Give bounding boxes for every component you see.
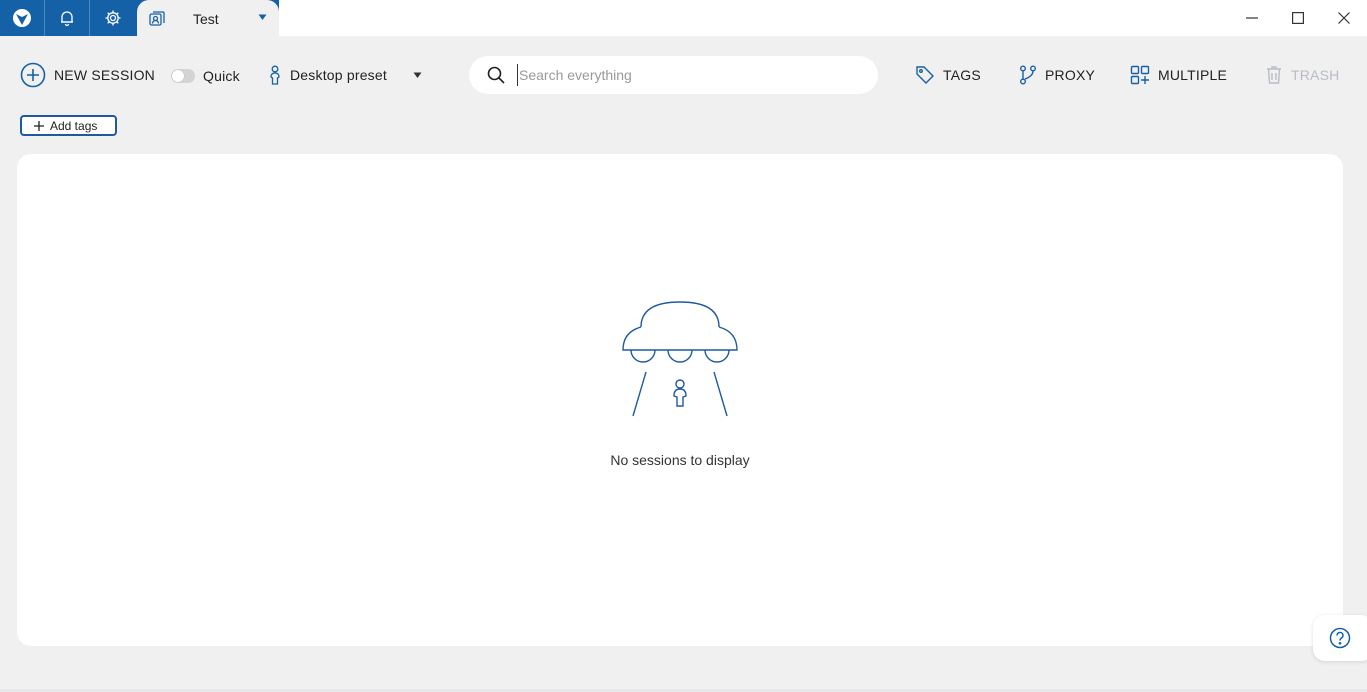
trash-button[interactable]: TRASH: [1265, 65, 1339, 85]
add-tags-button[interactable]: Add tags: [20, 115, 117, 136]
minimize-button[interactable]: [1229, 0, 1275, 36]
preset-selector[interactable]: Desktop preset: [268, 65, 422, 85]
toolbar: NEW SESSION Quick Desktop preset TAGS: [0, 52, 1367, 98]
app-logo-icon: [13, 9, 31, 27]
multiple-button[interactable]: MULTIPLE: [1130, 65, 1227, 85]
tab-title: Test: [193, 11, 219, 27]
trash-icon: [1267, 66, 1281, 84]
new-session-button[interactable]: NEW SESSION: [20, 62, 155, 88]
multiple-icon: [1130, 65, 1150, 85]
add-tags-label: Add tags: [50, 118, 98, 133]
tags-label: TAGS: [943, 67, 981, 83]
empty-state-message: No sessions to display: [610, 452, 750, 468]
app-strip: [0, 0, 137, 36]
quick-toggle[interactable]: Quick: [171, 68, 240, 84]
profiles-icon: [149, 11, 165, 26]
trash-label: TRASH: [1291, 67, 1340, 83]
sessions-panel: No sessions to display: [17, 154, 1343, 646]
search-icon: [487, 66, 505, 84]
tab-test[interactable]: Test: [137, 0, 279, 36]
help-button[interactable]: [1313, 615, 1367, 661]
app-logo-button[interactable]: [0, 0, 45, 36]
proxy-button[interactable]: PROXY: [1019, 65, 1095, 85]
help-icon: [1329, 627, 1351, 649]
minimize-icon: [1246, 17, 1258, 19]
search-bar: [469, 56, 878, 94]
quick-label: Quick: [203, 68, 240, 84]
title-bar: Test: [0, 0, 1367, 36]
maximize-icon: [1292, 12, 1304, 24]
settings-button[interactable]: [90, 0, 135, 36]
proxy-label: PROXY: [1045, 67, 1096, 83]
plus-circle-icon: [20, 62, 46, 88]
maximize-button[interactable]: [1275, 0, 1321, 36]
person-icon: [270, 65, 280, 85]
notifications-button[interactable]: [45, 0, 90, 36]
tags-button[interactable]: TAGS: [915, 65, 981, 85]
ufo-icon: [622, 301, 738, 417]
tag-icon: [916, 66, 934, 84]
search-input[interactable]: [517, 64, 857, 86]
preset-label: Desktop preset: [290, 67, 387, 83]
bell-icon: [61, 11, 73, 27]
close-button[interactable]: [1321, 0, 1367, 36]
caret-down-icon[interactable]: [413, 72, 422, 79]
gear-icon: [105, 10, 120, 26]
new-session-label: NEW SESSION: [54, 67, 155, 83]
plus-icon: [34, 120, 44, 131]
tab-wrapper: Test: [137, 0, 279, 36]
proxy-icon: [1020, 65, 1036, 85]
quick-switch[interactable]: [171, 69, 195, 83]
caret-down-icon[interactable]: [258, 14, 267, 21]
close-icon: [1338, 12, 1350, 24]
multiple-label: MULTIPLE: [1158, 67, 1228, 83]
window-controls: [1229, 0, 1367, 36]
